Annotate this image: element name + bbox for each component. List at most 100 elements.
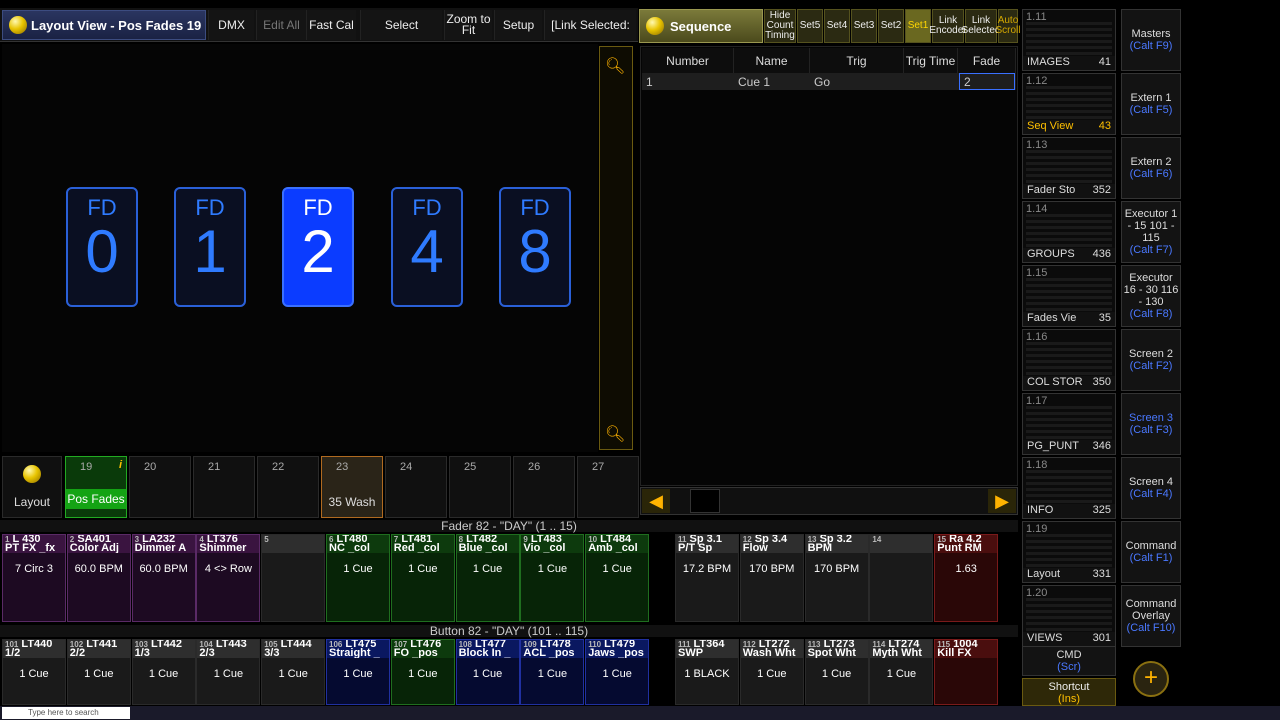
scroll-thumb[interactable] [690, 489, 720, 513]
shortcut-button[interactable]: Shortcut (Ins) [1022, 678, 1116, 706]
executor-1[interactable]: 1 L 430 PT FX _fx 7 Circ 3 [2, 534, 66, 622]
col-name[interactable]: Name [734, 48, 810, 74]
cell-name[interactable]: Cue 1 [734, 73, 810, 90]
view-button-23[interactable]: 23 35 Wash [321, 456, 383, 518]
set1-button[interactable]: Set1 [905, 9, 931, 43]
executor-4[interactable]: 4 LT376 Shimmer 4 <> Row [196, 534, 261, 622]
view-button-25[interactable]: 25 [449, 456, 511, 518]
executor-105[interactable]: 105 LT444 3/3 1 Cue [261, 639, 326, 705]
executor-103[interactable]: 103 LT442 1/3 1 Cue [131, 639, 196, 705]
view-panel[interactable]: 1.19 Layout 331 [1022, 521, 1116, 583]
view-button-26[interactable]: 26 [513, 456, 575, 518]
view-panel[interactable]: 1.13 Fader Sto 352 [1022, 137, 1116, 199]
view-panel[interactable]: 1.15 Fades Vie 35 [1022, 265, 1116, 327]
set5-button[interactable]: Set5 [797, 9, 823, 43]
screen-select-button[interactable]: Extern 1 (Calt F5) [1121, 73, 1181, 135]
cell-number[interactable]: 1 [642, 73, 734, 90]
view-panel[interactable]: 1.18 INFO 325 [1022, 457, 1116, 519]
view-button-24[interactable]: 24 [385, 456, 447, 518]
executor-2[interactable]: 2 SA401 Color Adj 60.0 BPM [66, 534, 131, 622]
executor-113[interactable]: 113 LT273 Spot Wht 1 Cue [804, 639, 869, 705]
screen-select-button[interactable]: Executor 16 - 30 116 - 130 (Calt F8) [1121, 265, 1181, 327]
executor-8[interactable]: 8 LT482 Blue _col 1 Cue [455, 534, 520, 622]
screen-select-button[interactable]: Screen 4 (Calt F4) [1121, 457, 1181, 519]
fader-display-4[interactable]: FD 4 [391, 187, 463, 307]
view-button-20[interactable]: 20 [129, 456, 191, 518]
executor-107[interactable]: 107 LT476 FO _pos 1 Cue [390, 639, 455, 705]
screen-select-button[interactable]: Extern 2 (Calt F6) [1121, 137, 1181, 199]
setup-button[interactable]: Setup [494, 10, 542, 40]
cmd-button[interactable]: CMD (Scr) [1022, 646, 1116, 676]
screen-select-button[interactable]: Command (Calt F1) [1121, 521, 1181, 583]
cell-fade[interactable]: 2 [959, 73, 1015, 90]
executor-112[interactable]: 112 LT272 Wash Wht 1 Cue [739, 639, 804, 705]
set4-button[interactable]: Set4 [824, 9, 850, 43]
col-trig[interactable]: Trig [810, 48, 904, 74]
view-panel[interactable]: 1.12 Seq View 43 [1022, 73, 1116, 135]
view-panel[interactable]: 1.16 COL STOR 350 [1022, 329, 1116, 391]
view-panel[interactable]: 1.11 IMAGES 41 [1022, 9, 1116, 71]
view-button-27[interactable]: 27 [577, 456, 639, 518]
set2-button[interactable]: Set2 [878, 9, 904, 43]
fast-cal-button[interactable]: Fast Cal [306, 10, 356, 40]
scroll-left-icon[interactable]: ◀ [642, 489, 670, 513]
screen-select-button[interactable]: Executor 1 - 15 101 - 115 (Calt F7) [1121, 201, 1181, 263]
view-button-19[interactable]: 19 i Pos Fades [65, 456, 127, 518]
plus-icon[interactable]: + [1133, 661, 1169, 697]
view-panel[interactable]: 1.20 VIEWS 301 [1022, 585, 1116, 647]
edit-all-button[interactable]: Edit All [256, 10, 306, 40]
link-selected-button[interactable]: [Link Selected: [544, 10, 636, 40]
col-number[interactable]: Number [642, 48, 734, 74]
col-fade[interactable]: Fade [958, 48, 1016, 74]
select-button[interactable]: Select [360, 10, 442, 40]
executor-10[interactable]: 10 LT484 Amb _col 1 Cue [585, 534, 650, 622]
set3-button[interactable]: Set3 [851, 9, 877, 43]
dmx-button[interactable]: DMX [208, 10, 254, 40]
fader-display-2[interactable]: FD 2 [282, 187, 354, 307]
executor-15[interactable]: 15 Ra 4.2 Punt RM 1.63 [934, 534, 999, 622]
screen-select-button[interactable]: Screen 3 (Calt F3) [1121, 393, 1181, 455]
executor-101[interactable]: 101 LT440 1/2 1 Cue [2, 639, 66, 705]
zoom-to-fit-button[interactable]: Zoom to Fit [444, 10, 492, 40]
cell-trig[interactable]: Go [810, 73, 904, 90]
col-trig-time[interactable]: Trig Time [904, 48, 958, 74]
layout-view-title-button[interactable]: Layout View - Pos Fades 19 [2, 10, 206, 40]
auto-scroll-button[interactable]: Auto Scroll [996, 9, 1021, 43]
executor-111[interactable]: 111 LT364 SWP 1 BLACK [675, 639, 739, 705]
scroll-right-icon[interactable]: ▶ [988, 489, 1016, 513]
executor-114[interactable]: 114 LT274 Myth Wht 1 Cue [869, 639, 934, 705]
view-button-22[interactable]: 22 [257, 456, 319, 518]
executor-108[interactable]: 108 LT477 Block In _ 1 Cue [455, 639, 520, 705]
link-encoder-button[interactable]: Link Encoder [929, 9, 967, 43]
zoom-in-icon[interactable]: 🔍︎ [605, 56, 625, 76]
executor-12[interactable]: 12 Sp 3.4 Flow 170 BPM [739, 534, 804, 622]
view-panel[interactable]: 1.14 GROUPS 436 [1022, 201, 1116, 263]
executor-106[interactable]: 106 LT475 Straight _ 1 Cue [326, 639, 390, 705]
cell-trig-time[interactable] [904, 73, 958, 90]
zoom-out-icon[interactable]: 🔍︎ [605, 424, 625, 444]
executor-3[interactable]: 3 LA232 Dimmer A 60.0 BPM [131, 534, 196, 622]
executor-7[interactable]: 7 LT481 Red _col 1 Cue [390, 534, 455, 622]
executor-110[interactable]: 110 LT479 Jaws _pos 1 Cue [585, 639, 650, 705]
view-button-21[interactable]: 21 [193, 456, 255, 518]
executor-11[interactable]: 11 Sp 3.1 P/T Sp 17.2 BPM [675, 534, 739, 622]
hide-count-timing-button[interactable]: Hide Count Timing [764, 9, 796, 43]
executor-102[interactable]: 102 LT441 2/2 1 Cue [66, 639, 131, 705]
sequence-sheet[interactable] [640, 46, 1018, 486]
executor-109[interactable]: 109 LT478 ACL _pos 1 Cue [520, 639, 585, 705]
executor-115[interactable]: 115 1004 Kill FX [934, 639, 999, 705]
link-selected-mini-button[interactable]: Link Selected [962, 9, 1000, 43]
taskbar-search-input[interactable]: Type here to search [2, 707, 130, 719]
layout-view-pool-button[interactable]: Layout [2, 456, 62, 518]
layout-vertical-scrollbar[interactable] [599, 46, 633, 450]
executor-6[interactable]: 6 LT480 NC _col 1 Cue [326, 534, 390, 622]
sequence-title-button[interactable]: Sequence [639, 9, 763, 43]
screen-select-button[interactable]: Command Overlay (Calt F10) [1121, 585, 1181, 647]
fader-display-1[interactable]: FD 1 [174, 187, 246, 307]
executor-104[interactable]: 104 LT443 2/3 1 Cue [196, 639, 261, 705]
executor-9[interactable]: 9 LT483 Vio _col 1 Cue [520, 534, 585, 622]
executor-13[interactable]: 13 Sp 3.2 BPM 170 BPM [804, 534, 869, 622]
executor-14[interactable]: 14 [869, 534, 934, 622]
fader-display-0[interactable]: FD 0 [66, 187, 138, 307]
screen-select-button[interactable]: Masters (Calt F9) [1121, 9, 1181, 71]
